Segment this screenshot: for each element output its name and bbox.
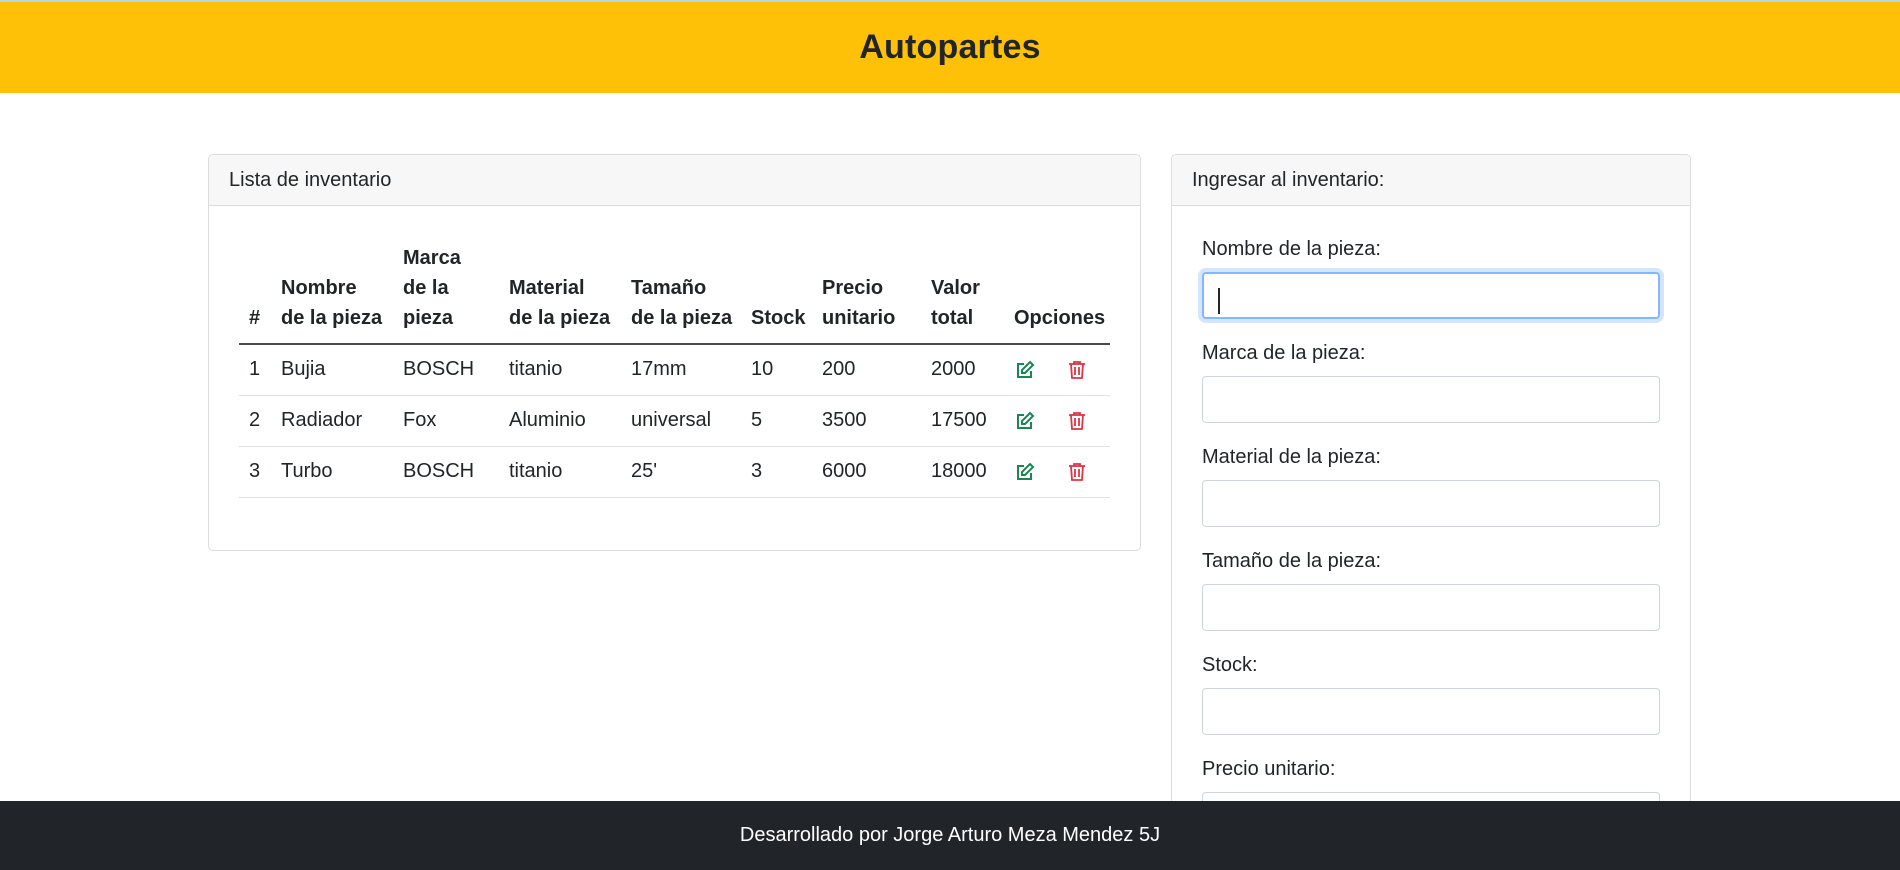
add-inventory-card-title: Ingresar al inventario: xyxy=(1172,155,1690,206)
field-material: Material de la pieza: xyxy=(1202,446,1660,527)
cell-total: 17500 xyxy=(931,395,1014,447)
table-header-row: # Nombre de la pieza Marca de la pieza Mate… xyxy=(239,243,1110,345)
material-input[interactable] xyxy=(1202,480,1660,527)
tamano-input[interactable] xyxy=(1202,584,1660,631)
cell-precio: 200 xyxy=(822,344,931,396)
cell-nombre: Bujia xyxy=(281,344,403,396)
cell-total: 18000 xyxy=(931,446,1014,498)
inventory-table: # Nombre de la pieza Marca de la pieza Mate… xyxy=(239,243,1110,498)
cell-marca: BOSCH xyxy=(403,344,509,396)
cell-number: 3 xyxy=(239,446,281,498)
text-caret xyxy=(1218,288,1220,314)
cell-material: Aluminio xyxy=(509,395,631,447)
field-label: Material de la pieza: xyxy=(1202,446,1381,468)
cell-marca: BOSCH xyxy=(403,446,509,498)
inventory-card: Lista de inventario # Nombre de la pieza … xyxy=(208,154,1141,551)
column-header-valor: Valor total xyxy=(931,243,1014,345)
edit-icon[interactable] xyxy=(1014,461,1036,483)
cell-total: 2000 xyxy=(931,344,1014,396)
page-header: Autopartes xyxy=(0,2,1900,93)
field-nombre: Nombre de la pieza: xyxy=(1202,238,1660,319)
field-label: Tamaño de la pieza: xyxy=(1202,550,1382,572)
cell-marca: Fox xyxy=(403,395,509,447)
footer-text: Desarrollado por Jorge Arturo Meza Mende… xyxy=(739,824,1161,846)
nombre-input[interactable] xyxy=(1202,272,1660,319)
column-header-precio: Precio unitario xyxy=(822,243,931,345)
field-tamano: Tamaño de la pieza: xyxy=(1202,550,1660,631)
cell-stock: 10 xyxy=(751,344,822,396)
trash-icon[interactable] xyxy=(1066,461,1088,483)
cell-tamano: 25' xyxy=(631,446,751,498)
stock-input[interactable] xyxy=(1202,688,1660,735)
cell-tamano: universal xyxy=(631,395,751,447)
table-row: 2 Radiador Fox Aluminio universal 5 3500… xyxy=(239,395,1110,447)
cell-material: titanio xyxy=(509,446,631,498)
cell-precio: 6000 xyxy=(822,446,931,498)
table-row: 1 Bujia BOSCH titanio 17mm 10 200 2000 xyxy=(239,344,1110,396)
column-header-stock: Stock xyxy=(751,243,822,345)
cell-number: 1 xyxy=(239,344,281,396)
cell-nombre: Turbo xyxy=(281,446,403,498)
table-row: 3 Turbo BOSCH titanio 25' 3 6000 18000 xyxy=(239,446,1110,498)
cell-number: 2 xyxy=(239,395,281,447)
inventory-form: Nombre de la pieza: Marca de la pieza: M… xyxy=(1172,206,1690,813)
cell-material: titanio xyxy=(509,344,631,396)
field-label: Marca de la pieza: xyxy=(1202,342,1366,364)
edit-icon[interactable] xyxy=(1014,410,1036,432)
add-inventory-card: Ingresar al inventario: Nombre de la pie… xyxy=(1171,154,1691,814)
marca-input[interactable] xyxy=(1202,376,1660,423)
cell-nombre: Radiador xyxy=(281,395,403,447)
inventory-card-title: Lista de inventario xyxy=(209,155,1140,206)
column-header-nombre: Nombre de la pieza xyxy=(281,243,403,345)
field-label: Precio unitario: xyxy=(1202,758,1336,780)
column-header-opciones: Opciones xyxy=(1014,243,1110,345)
page-title: Autopartes xyxy=(859,28,1041,66)
column-header-tamano: Tamaño de la pieza xyxy=(631,243,751,345)
cell-options xyxy=(1014,344,1110,396)
page-footer: Desarrollado por Jorge Arturo Meza Mende… xyxy=(0,801,1900,870)
field-marca: Marca de la pieza: xyxy=(1202,342,1660,423)
cell-precio: 3500 xyxy=(822,395,931,447)
cell-stock: 3 xyxy=(751,446,822,498)
cell-tamano: 17mm xyxy=(631,344,751,396)
column-header-number: # xyxy=(239,243,281,345)
column-header-material: Material de la pieza xyxy=(509,243,631,345)
column-header-marca: Marca de la pieza xyxy=(403,243,509,345)
cell-options xyxy=(1014,446,1110,498)
trash-icon[interactable] xyxy=(1066,410,1088,432)
field-label: Stock: xyxy=(1202,654,1258,676)
field-label: Nombre de la pieza: xyxy=(1202,238,1381,260)
field-stock: Stock: xyxy=(1202,654,1660,735)
edit-icon[interactable] xyxy=(1014,359,1036,381)
trash-icon[interactable] xyxy=(1066,359,1088,381)
cell-stock: 5 xyxy=(751,395,822,447)
cell-options xyxy=(1014,395,1110,447)
